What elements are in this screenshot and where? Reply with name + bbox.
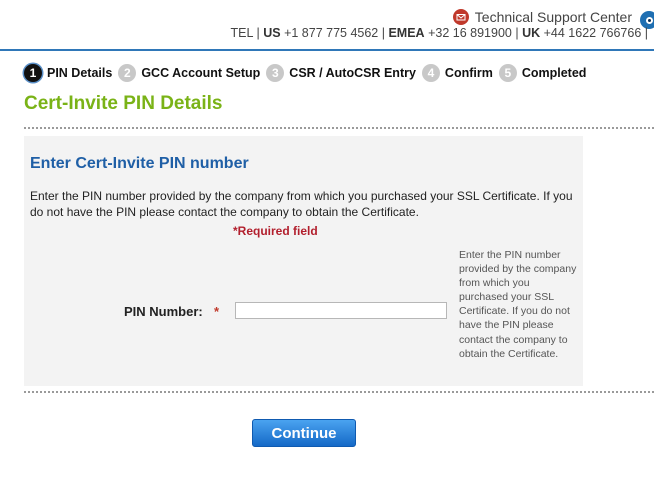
tel-prefix: TEL | (230, 26, 260, 40)
pin-help-text: Enter the PIN number provided by the com… (459, 249, 577, 360)
step-completed: 5 Completed (498, 64, 587, 82)
support-label: Technical Support Center (474, 9, 632, 25)
step-confirm: 4 Confirm (421, 64, 493, 82)
step-label: Confirm (444, 66, 493, 80)
step-number-icon: 2 (118, 64, 137, 82)
continue-button[interactable]: Continue (252, 419, 356, 447)
divider-top (24, 127, 654, 129)
pin-number-input[interactable] (235, 302, 447, 319)
step-label: GCC Account Setup (141, 66, 261, 80)
required-label: Required field (237, 224, 318, 238)
panel-description: Enter the PIN number provided by the com… (30, 189, 573, 219)
uk-label: UK (522, 26, 541, 40)
envelope-icon (452, 9, 469, 25)
pin-number-label: PIN Number: (124, 304, 203, 319)
required-field-note: *Required field (233, 224, 318, 238)
pin-required-star: * (214, 304, 220, 319)
header: Technical Support Center TEL | US +1 877… (0, 0, 654, 51)
step-label: Completed (521, 66, 587, 80)
page-title: Cert-Invite PIN Details (24, 93, 223, 114)
divider-bottom (24, 391, 654, 393)
pin-form-panel: Enter Cert-Invite PIN number Enter the P… (24, 136, 583, 386)
us-label: US (263, 26, 281, 40)
panel-title: Enter Cert-Invite PIN number (30, 155, 249, 172)
step-csr-entry: 3 CSR / AutoCSR Entry (266, 64, 416, 82)
step-pin-details: 1 PIN Details (24, 64, 112, 82)
step-number-icon: 5 (498, 64, 517, 82)
technical-support-link[interactable]: Technical Support Center (452, 9, 632, 25)
us-phone: +1 877 775 4562 | (284, 26, 385, 40)
step-number-icon: 1 (24, 64, 42, 82)
step-label: CSR / AutoCSR Entry (289, 66, 416, 80)
step-number-icon: 3 (266, 64, 285, 82)
emea-phone: +32 16 891900 | (428, 26, 519, 40)
step-label: PIN Details (47, 66, 113, 80)
header-divider (0, 49, 654, 51)
emea-label: EMEA (388, 26, 425, 40)
phone-numbers: TEL | US +1 877 775 4562 | EMEA +32 16 8… (231, 26, 648, 40)
uk-phone: +44 1622 766766 | (543, 26, 648, 40)
step-number-icon: 4 (421, 64, 440, 82)
step-gcc-account-setup: 2 GCC Account Setup (118, 64, 260, 82)
wizard-steps: 1 PIN Details 2 GCC Account Setup 3 CSR … (24, 64, 592, 82)
